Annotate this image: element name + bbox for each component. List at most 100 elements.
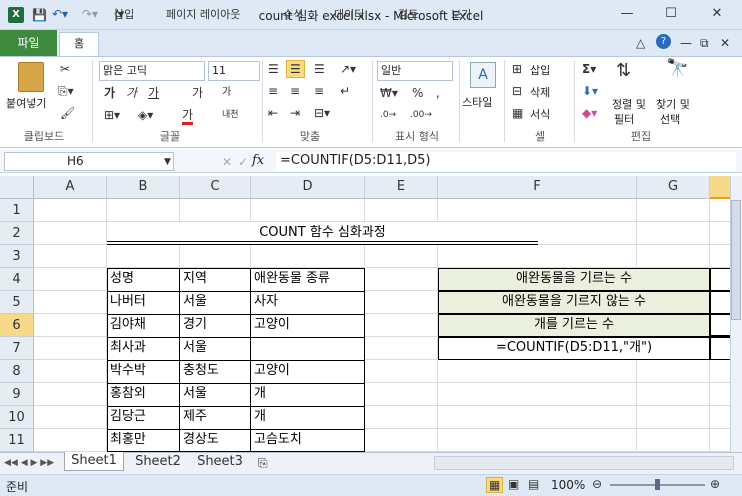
pet-table-header[interactable]: 지역 — [180, 268, 251, 290]
row-header-6[interactable]: 6 — [0, 314, 34, 337]
copy-icon[interactable]: ⎘▾ — [58, 84, 74, 98]
wrap-text-icon[interactable]: ↵ — [340, 84, 350, 98]
align-middle-icon[interactable]: ☰ — [286, 60, 305, 78]
shrink-font-button[interactable]: 가 — [222, 86, 231, 100]
row-header-5[interactable]: 5 — [0, 291, 34, 314]
tab-review[interactable]: 검토 — [398, 5, 418, 25]
page-layout-view-icon[interactable]: ▣ — [508, 477, 519, 491]
styles-button[interactable]: 스타일 — [462, 94, 492, 110]
number-format-combo[interactable]: 일반 — [377, 61, 453, 81]
insert-cells-icon[interactable]: ⊞ — [512, 62, 522, 76]
name-box[interactable]: H6 — [4, 152, 174, 171]
pet-table-cell[interactable]: 고슴도치 — [251, 429, 365, 451]
workbook-restore-icon[interactable]: ⧉ — [700, 36, 709, 50]
find-select-icon[interactable]: 🔭 — [666, 60, 688, 78]
align-bottom-icon[interactable]: ☰ — [314, 62, 325, 76]
tab-home[interactable]: 홈 — [59, 32, 99, 57]
formula-input[interactable]: =COUNTIF(D5:D11,D5) — [276, 152, 736, 171]
cancel-entry-icon[interactable]: ✕ — [222, 155, 232, 169]
delete-cells-icon[interactable]: ⊟ — [512, 84, 522, 98]
row-header-1[interactable]: 1 — [0, 199, 34, 222]
pet-table-cell[interactable]: 사자 — [251, 291, 365, 313]
delete-cells-button[interactable]: 삭제 — [530, 84, 550, 100]
grow-font-button[interactable]: 가 — [192, 86, 203, 100]
horizontal-scrollbar[interactable] — [434, 456, 734, 470]
bold-button[interactable]: 가 — [104, 86, 115, 100]
pet-table-cell[interactable]: 경기 — [180, 314, 251, 336]
decrease-indent-icon[interactable]: ⇤ — [268, 106, 278, 120]
font-color-button[interactable]: 가 — [182, 108, 194, 125]
column-header-h[interactable]: H — [710, 176, 730, 199]
summary-label[interactable]: 애완동물을 기르는 수 — [438, 268, 710, 290]
pet-table-cell[interactable]: 제주 — [180, 406, 251, 428]
insert-cells-button[interactable]: 삽입 — [530, 62, 550, 78]
zoom-in-icon[interactable]: ⊕ — [710, 477, 720, 491]
tab-file[interactable]: 파일 — [0, 30, 57, 56]
pet-table-cell[interactable]: 고양이 — [251, 360, 365, 382]
fill-color-icon[interactable]: ◈▾ — [138, 108, 153, 122]
column-header-e[interactable]: E — [365, 176, 438, 199]
sort-filter-button[interactable]: 정렬 및 — [612, 96, 646, 112]
pet-table-cell[interactable]: 박수박 — [107, 360, 180, 382]
clear-icon[interactable]: ◆▾ — [582, 106, 597, 120]
sheet-nav-icon[interactable]: ◀◀ ◀ ▶ ▶▶ — [4, 456, 54, 470]
sheet-tab-2[interactable]: Sheet2 — [128, 453, 188, 472]
fill-icon[interactable]: ⬇▾ — [582, 84, 598, 98]
row-header-8[interactable]: 8 — [0, 360, 34, 383]
align-center-icon[interactable]: ≡ — [290, 84, 300, 98]
row-header-11[interactable]: 11 — [0, 429, 34, 452]
column-header-a[interactable]: A — [34, 176, 107, 199]
format-cells-button[interactable]: 서식 — [530, 106, 550, 122]
row-header-10[interactable]: 10 — [0, 406, 34, 429]
font-name-combo[interactable]: 맑은 고딕 — [99, 61, 205, 81]
spreadsheet-grid[interactable]: ABCDEFGH 123456789101112 COUNT 함수 심화과정성명… — [0, 176, 730, 452]
underline-button[interactable]: 가 — [148, 86, 159, 100]
summary-value[interactable]: 2 — [710, 337, 730, 359]
autosum-icon[interactable]: Σ▾ — [582, 62, 596, 76]
align-right-icon[interactable]: ≡ — [314, 84, 324, 98]
find-select-button[interactable]: 찾기 및 — [656, 96, 690, 112]
align-left-icon[interactable]: ≡ — [268, 84, 278, 98]
pet-table-header[interactable]: 성명 — [107, 268, 180, 290]
column-header-b[interactable]: B — [107, 176, 180, 199]
column-header-c[interactable]: C — [180, 176, 251, 199]
tab-data[interactable]: 데이터 — [334, 5, 364, 25]
pet-table-cell[interactable]: 나버터 — [107, 291, 180, 313]
pet-table-cell[interactable]: 홍참외 — [107, 383, 180, 405]
confirm-entry-icon[interactable]: ✓ — [238, 155, 248, 169]
sort-filter-icon[interactable]: ⇅ — [616, 62, 631, 80]
zoom-level[interactable]: 100% — [551, 478, 585, 492]
pet-table-cell[interactable]: 김당근 — [107, 406, 180, 428]
format-painter-icon[interactable]: 🖌 — [60, 106, 75, 120]
row-header-9[interactable]: 9 — [0, 383, 34, 406]
increase-decimal-icon[interactable]: .0→ — [380, 108, 396, 122]
increase-indent-icon[interactable]: ⇥ — [290, 106, 300, 120]
paste-icon[interactable] — [18, 62, 44, 92]
pet-table-cell[interactable]: 김야채 — [107, 314, 180, 336]
tab-insert[interactable]: 삽입 — [114, 5, 134, 25]
row-header-3[interactable]: 3 — [0, 245, 34, 268]
row-header-7[interactable]: 7 — [0, 337, 34, 360]
tab-formulas[interactable]: 수식 — [283, 5, 303, 25]
close-icon[interactable]: ✕ — [698, 2, 736, 26]
column-header-f[interactable]: F — [438, 176, 637, 199]
zoom-out-icon[interactable]: ⊖ — [592, 477, 602, 491]
pet-table-header[interactable]: 애완동물 종류 — [251, 268, 365, 290]
percent-icon[interactable]: % — [412, 86, 423, 100]
summary-label[interactable]: =COUNTIF(D5:D11,"개") — [438, 337, 710, 359]
currency-icon[interactable]: ₩▾ — [380, 86, 398, 100]
tab-view[interactable]: 보기 — [451, 5, 471, 25]
minimize-icon[interactable]: — — [608, 2, 646, 26]
pet-table-cell[interactable]: 충청도 — [180, 360, 251, 382]
summary-label[interactable]: 애완동물을 기르지 않는 수 — [438, 291, 710, 313]
sheet-tab-3[interactable]: Sheet3 — [190, 453, 250, 472]
ribbon-minimize-icon[interactable]: △ — [636, 36, 645, 50]
italic-button[interactable]: 가 — [126, 86, 137, 100]
summary-value[interactable]: 6 — [710, 268, 730, 290]
workbook-close-icon[interactable]: ✕ — [720, 36, 730, 50]
name-box-dropdown-icon[interactable]: ▼ — [164, 155, 171, 169]
help-icon[interactable]: ? — [656, 34, 671, 49]
format-cells-icon[interactable]: ▦ — [512, 106, 523, 120]
maximize-icon[interactable]: ☐ — [652, 2, 690, 26]
new-sheet-icon[interactable]: ⎘ — [258, 456, 268, 470]
